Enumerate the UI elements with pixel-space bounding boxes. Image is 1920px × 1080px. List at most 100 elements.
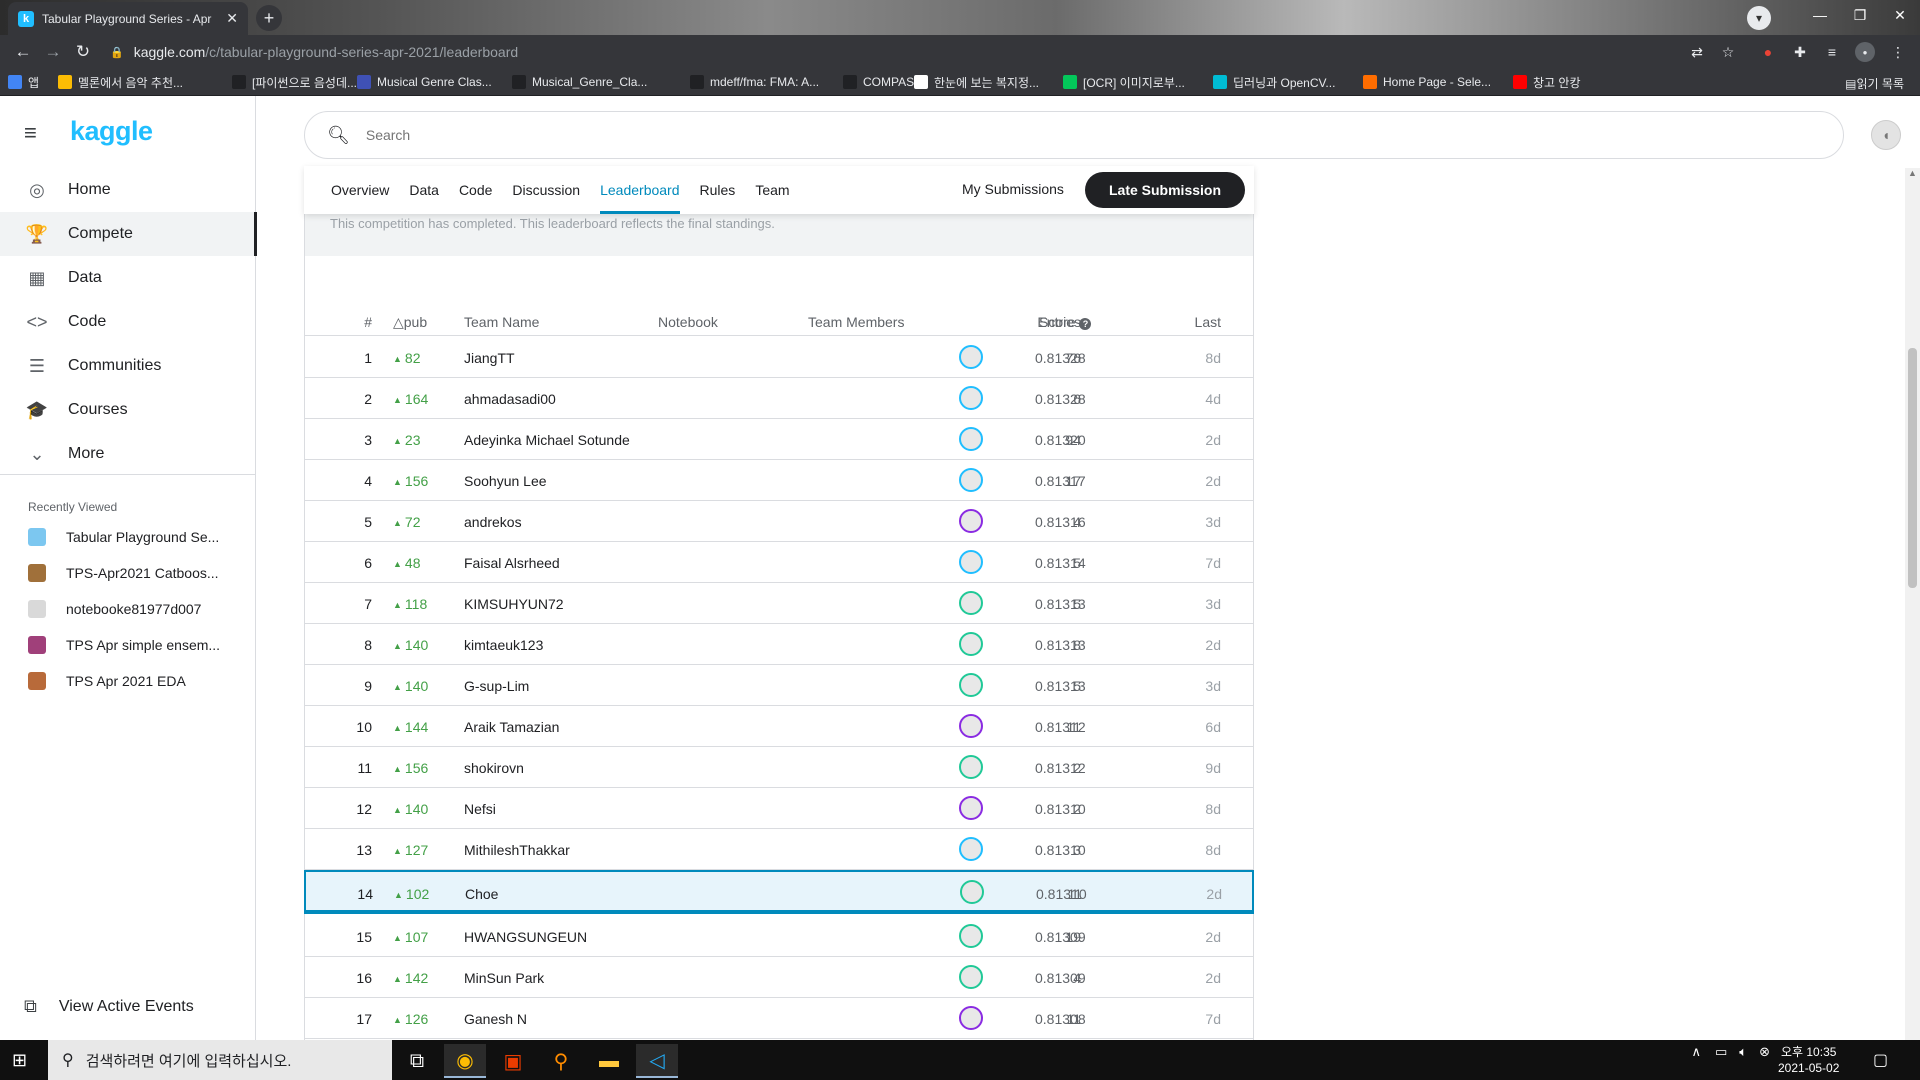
col-delta-pub[interactable]: △pub xyxy=(393,314,463,331)
leaderboard-row[interactable]: 3 ▲ 23 Adeyinka Michael Sotunde 0.81320 94 2d xyxy=(305,419,1253,460)
extensions-puzzle-icon[interactable]: ✚ xyxy=(1790,42,1810,62)
bookmark-item[interactable]: Musical Genre Clas... xyxy=(357,75,492,89)
bookmark-item[interactable]: Musical_Genre_Cla... xyxy=(512,75,647,89)
sidebar-item-home[interactable]: ◎ Home xyxy=(0,168,256,212)
sidebar-item-more[interactable]: ⌄ More xyxy=(0,432,256,476)
col-rank[interactable]: # xyxy=(305,314,372,330)
sidebar-item-communities[interactable]: ☰ Communities xyxy=(0,344,256,388)
profile-menu-icon[interactable]: ▾ xyxy=(1747,6,1771,30)
tab-team[interactable]: Team xyxy=(755,166,789,214)
search-app-icon[interactable]: ⚲ xyxy=(540,1044,582,1078)
bookmark-item[interactable]: COMPAS xyxy=(843,75,914,89)
row-team-name[interactable]: Nefsi xyxy=(464,801,496,817)
network-icon[interactable]: ▭ xyxy=(1715,1044,1727,1060)
close-tab-icon[interactable]: ✕ xyxy=(226,10,238,27)
close-window-button[interactable]: ✕ xyxy=(1880,0,1920,30)
file-explorer-icon[interactable]: ▬ xyxy=(588,1044,630,1078)
bookmark-item[interactable]: [파이썬으로 음성데... xyxy=(232,74,357,91)
row-team-name[interactable]: shokirovn xyxy=(464,760,524,776)
row-team-name[interactable]: kimtaeuk123 xyxy=(464,637,543,653)
leaderboard-row[interactable]: 6 ▲ 48 Faisal Alsrheed 0.81314 5 7d xyxy=(305,542,1253,583)
tab-leaderboard[interactable]: Leaderboard xyxy=(600,166,680,214)
row-team-name[interactable]: MinSun Park xyxy=(464,970,544,986)
tab-overview[interactable]: Overview xyxy=(331,166,389,214)
bookmark-item[interactable]: 앱 xyxy=(8,74,39,91)
tab-code[interactable]: Code xyxy=(459,166,492,214)
recently-viewed-item[interactable]: TPS Apr 2021 EDA xyxy=(28,669,253,693)
recently-viewed-item[interactable]: notebooke81977d007 xyxy=(28,597,253,621)
kaggle-logo[interactable]: kaggle xyxy=(70,116,153,147)
row-team-name[interactable]: KIMSUHYUN72 xyxy=(464,596,564,612)
reading-list-button[interactable]: ▤ 읽기 목록 xyxy=(1845,75,1904,92)
sidebar-item-code[interactable]: <> Code xyxy=(0,300,256,344)
row-team-name[interactable]: Araik Tamazian xyxy=(464,719,559,735)
leaderboard-row[interactable]: 12 ▲ 140 Nefsi 0.81310 2 8d xyxy=(305,788,1253,829)
menu-hamburger-icon[interactable]: ≡ xyxy=(24,120,37,146)
minimize-window-button[interactable]: — xyxy=(1800,0,1840,30)
leaderboard-row[interactable]: 17 ▲ 126 Ganesh N 0.81308 11 7d xyxy=(305,998,1253,1039)
media-queue-icon[interactable]: ≡ xyxy=(1822,42,1842,62)
chrome-menu-icon[interactable]: ⋮ xyxy=(1888,42,1908,62)
scrollbar-thumb[interactable] xyxy=(1908,348,1917,588)
row-team-name[interactable]: MithileshThakkar xyxy=(464,842,570,858)
leaderboard-row[interactable]: 13 ▲ 127 MithileshThakkar 0.81310 3 8d xyxy=(305,829,1253,870)
late-submission-button[interactable]: Late Submission xyxy=(1085,172,1245,208)
leaderboard-row[interactable]: 5 ▲ 72 andrekos 0.81316 4 3d xyxy=(305,501,1253,542)
bookmark-item[interactable]: Home Page - Sele... xyxy=(1363,75,1491,89)
row-team-name[interactable]: HWANGSUNGEUN xyxy=(464,929,587,945)
back-icon[interactable]: ← xyxy=(8,42,38,62)
volume-icon[interactable]: 🔈︎ xyxy=(1739,1044,1747,1060)
tray-chevron-icon[interactable]: ∧ xyxy=(1691,1044,1701,1060)
bookmark-item[interactable]: 딥러닝과 OpenCV... xyxy=(1213,74,1335,91)
tab-discussion[interactable]: Discussion xyxy=(512,166,580,214)
new-tab-button[interactable]: + xyxy=(256,5,282,31)
site-search[interactable]: 🔍︎ xyxy=(304,111,1844,159)
bookmark-item[interactable]: 창고 안캉 xyxy=(1513,74,1581,91)
restore-window-button[interactable]: ❐ xyxy=(1840,0,1880,30)
col-last[interactable]: Last xyxy=(1065,314,1221,330)
row-team-name[interactable]: Ganesh N xyxy=(464,1011,527,1027)
bookmark-item[interactable]: mdeff/fma: FMA: A... xyxy=(690,75,819,89)
leaderboard-row[interactable]: 4 ▲ 156 Soohyun Lee 0.81317 17 2d xyxy=(305,460,1253,501)
scroll-up-icon[interactable]: ▲ xyxy=(1908,168,1917,178)
user-avatar[interactable]: ◖ xyxy=(1871,120,1901,150)
col-entries[interactable]: Entries xyxy=(965,314,1081,330)
row-team-name[interactable]: ahmadasadi00 xyxy=(464,391,556,407)
windows-start-icon[interactable]: ⊞ xyxy=(12,1050,27,1071)
forward-icon[interactable]: → xyxy=(38,42,68,62)
bookmark-item[interactable]: [OCR] 이미지로부... xyxy=(1063,74,1185,91)
address-bar[interactable]: 🔒 kaggle.com/c/tabular-playground-series… xyxy=(110,38,1670,66)
view-active-events-link[interactable]: ⧉ View Active Events xyxy=(24,996,194,1017)
leaderboard-row[interactable]: 2 ▲ 164 ahmadasadi00 0.81328 6 4d xyxy=(305,378,1253,419)
reload-icon[interactable]: ↻ xyxy=(68,42,98,62)
sidebar-item-courses[interactable]: 🎓 Courses xyxy=(0,388,256,432)
search-input[interactable] xyxy=(365,127,1266,143)
bookmark-item[interactable]: 멜론에서 음악 추천... xyxy=(58,74,183,91)
leaderboard-row[interactable]: 9 ▲ 140 G-sup-Lim 0.81313 5 3d xyxy=(305,665,1253,706)
recently-viewed-item[interactable]: Tabular Playground Se... xyxy=(28,525,253,549)
vscode-app-icon[interactable]: ◁ xyxy=(636,1044,678,1078)
leaderboard-row[interactable]: 7 ▲ 118 KIMSUHYUN72 0.81313 5 3d xyxy=(305,583,1253,624)
sidebar-item-compete[interactable]: 🏆 Compete xyxy=(0,212,257,256)
row-team-name[interactable]: Faisal Alsrheed xyxy=(464,555,560,571)
chrome-profile-avatar[interactable]: ● xyxy=(1855,42,1875,62)
row-team-name[interactable]: Choe xyxy=(465,886,498,902)
leaderboard-row[interactable]: 11 ▲ 156 shokirovn 0.81312 2 9d xyxy=(305,747,1253,788)
col-team-name[interactable]: Team Name xyxy=(464,314,539,330)
leaderboard-row[interactable]: 15 ▲ 107 HWANGSUNGEUN 0.81309 19 2d xyxy=(305,916,1253,957)
tab-data[interactable]: Data xyxy=(409,166,439,214)
chrome-app-icon[interactable]: ◉ xyxy=(444,1044,486,1078)
sidebar-item-data[interactable]: ▦ Data xyxy=(0,256,256,300)
my-submissions-link[interactable]: My Submissions xyxy=(962,181,1064,197)
bookmark-item[interactable]: 한눈에 보는 복지정... xyxy=(914,74,1039,91)
leaderboard-row[interactable]: 10 ▲ 144 Araik Tamazian 0.81312 11 6d xyxy=(305,706,1253,747)
row-team-name[interactable]: G-sup-Lim xyxy=(464,678,529,694)
office-app-icon[interactable]: ▣ xyxy=(492,1044,534,1078)
row-team-name[interactable]: Adeyinka Michael Sotunde xyxy=(464,432,630,448)
tab-rules[interactable]: Rules xyxy=(700,166,736,214)
leaderboard-row[interactable]: 1 ▲ 82 JiangTT 0.81328 76 8d xyxy=(305,337,1253,378)
browser-tab[interactable]: k Tabular Playground Series - Apr ✕ xyxy=(8,2,248,35)
task-view-icon[interactable]: ⧉ xyxy=(396,1044,438,1078)
leaderboard-row[interactable]: 14 ▲ 102 Choe 0.81310 11 2d xyxy=(304,870,1254,914)
row-team-name[interactable]: JiangTT xyxy=(464,350,515,366)
